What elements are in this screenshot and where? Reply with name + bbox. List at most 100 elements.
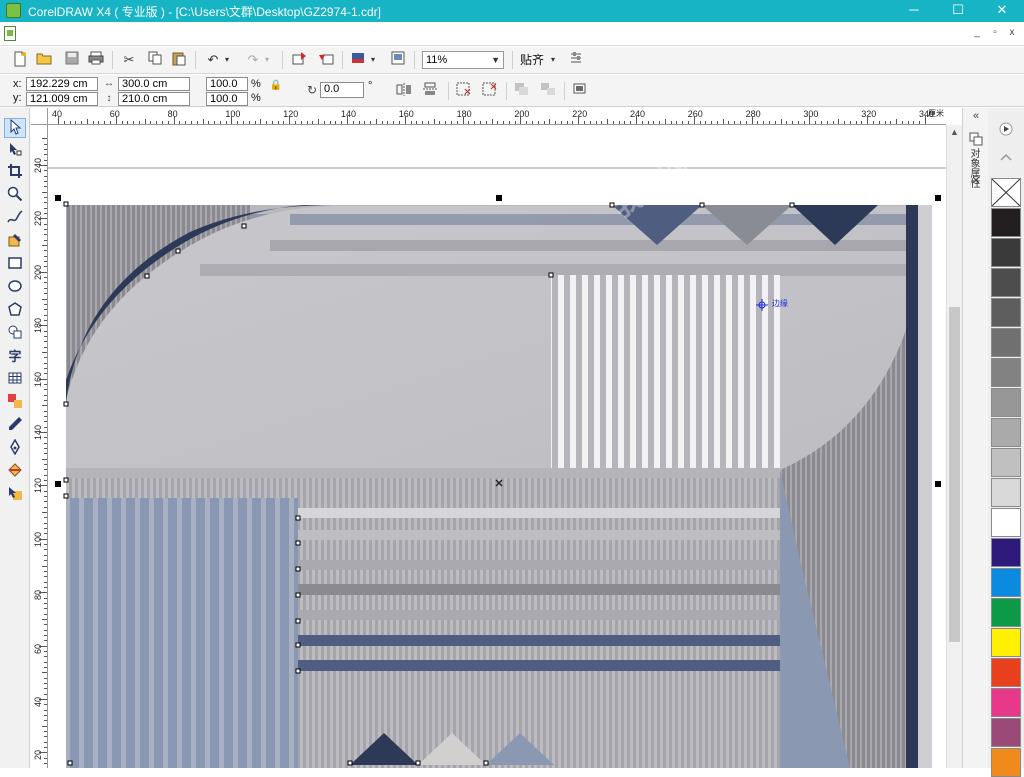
- vertical-scrollbar[interactable]: ▲: [946, 125, 962, 768]
- mirror-horizontal-icon[interactable]: [396, 82, 412, 98]
- open-icon[interactable]: [34, 51, 54, 69]
- color-swatch[interactable]: [991, 208, 1021, 237]
- color-swatch[interactable]: [991, 568, 1021, 597]
- application-launcher-icon[interactable]: [348, 51, 368, 69]
- smart-fill-tool-icon[interactable]: [4, 232, 26, 252]
- scale-x-field[interactable]: 100.0: [206, 77, 248, 91]
- ruler-origin[interactable]: [31, 108, 48, 125]
- color-swatch[interactable]: [991, 748, 1021, 777]
- document-icon[interactable]: [4, 26, 16, 41]
- scroll-up-icon[interactable]: ▲: [947, 127, 962, 141]
- interactive-blend-tool-icon[interactable]: [4, 393, 26, 413]
- x-position-field[interactable]: 192.229 cm: [26, 77, 98, 91]
- text-tool-icon[interactable]: 字: [4, 347, 26, 367]
- scale-y-field[interactable]: 100.0: [206, 92, 248, 106]
- color-swatch[interactable]: [991, 508, 1021, 537]
- color-swatch[interactable]: [991, 238, 1021, 267]
- color-swatch[interactable]: [991, 388, 1021, 417]
- paste-icon[interactable]: [169, 51, 189, 69]
- color-swatch[interactable]: [991, 538, 1021, 567]
- new-icon[interactable]: [10, 51, 30, 69]
- fill-tool-icon[interactable]: [4, 462, 26, 482]
- color-swatch[interactable]: [991, 358, 1021, 387]
- color-swatch[interactable]: [991, 418, 1021, 447]
- options-icon[interactable]: [566, 51, 586, 69]
- color-swatch[interactable]: [991, 658, 1021, 687]
- color-swatch[interactable]: [991, 268, 1021, 297]
- convert-to-curves-icon[interactable]: [572, 82, 588, 98]
- rectangle-tool-icon[interactable]: [4, 255, 26, 275]
- width-field[interactable]: 300.0 cm: [118, 77, 190, 91]
- undo-dropdown-icon[interactable]: ▾: [222, 51, 232, 69]
- welcome-screen-icon[interactable]: [388, 51, 408, 69]
- navy-stripe-2[interactable]: [298, 660, 780, 671]
- polygon-tool-icon[interactable]: [4, 301, 26, 321]
- ungroup-icon[interactable]: [482, 82, 498, 98]
- eyedropper-tool-icon[interactable]: [4, 416, 26, 436]
- close-button[interactable]: ✕: [980, 0, 1024, 22]
- snap-to-menu[interactable]: 贴齐: [520, 51, 544, 69]
- save-icon[interactable]: [62, 51, 82, 69]
- object-properties-icon[interactable]: [968, 132, 984, 149]
- color-swatch[interactable]: [991, 328, 1021, 357]
- table-tool-icon[interactable]: [4, 370, 26, 390]
- lock-ratio-icon[interactable]: 🔒: [268, 78, 284, 94]
- blue-striped-panel[interactable]: [66, 498, 298, 768]
- navy-stripe-1[interactable]: [298, 635, 780, 646]
- maximize-button[interactable]: ☐: [936, 0, 980, 22]
- combine-icon[interactable]: [514, 82, 530, 98]
- launcher-dropdown-icon[interactable]: ▾: [368, 51, 378, 69]
- scrollbar-thumb[interactable]: [949, 307, 960, 642]
- cut-icon[interactable]: ✂: [119, 51, 139, 69]
- color-swatch[interactable]: [991, 628, 1021, 657]
- color-swatch[interactable]: [991, 478, 1021, 507]
- basic-shapes-tool-icon[interactable]: [4, 324, 26, 344]
- mirror-vertical-icon[interactable]: [422, 82, 438, 98]
- striped-panel[interactable]: [551, 275, 780, 470]
- ruler-tick: [44, 629, 47, 631]
- shape-tool-icon[interactable]: [4, 141, 26, 161]
- group-icon[interactable]: [456, 82, 472, 98]
- redo-dropdown-icon[interactable]: ▾: [262, 51, 272, 69]
- doc-close-button[interactable]: x: [1005, 27, 1019, 39]
- undo-icon[interactable]: ↶: [203, 51, 223, 69]
- zoom-level-combo[interactable]: 11% ▼: [422, 51, 504, 69]
- ellipse-tool-icon[interactable]: [4, 278, 26, 298]
- color-swatch[interactable]: [991, 298, 1021, 327]
- y-position-field[interactable]: 121.009 cm: [26, 92, 98, 106]
- interactive-fill-tool-icon[interactable]: [4, 485, 26, 505]
- chevron-down-icon: ▼: [491, 55, 500, 65]
- redo-icon[interactable]: ↷: [243, 51, 263, 69]
- horizontal-ruler[interactable]: 厘米 40 60 80 100 120 140 160 180 200 220 240 260 280 3…: [48, 108, 946, 125]
- snap-dropdown-icon[interactable]: ▾: [548, 51, 558, 69]
- doc-restore-button[interactable]: ▫: [988, 27, 1002, 39]
- right-navy-band[interactable]: [906, 205, 918, 768]
- doc-minimize-button[interactable]: _: [970, 27, 984, 39]
- copy-icon[interactable]: [145, 51, 165, 69]
- vertical-ruler[interactable]: 240 220 200 180 160 140 120 100 80 60 40 20: [31, 125, 48, 768]
- freehand-tool-icon[interactable]: [4, 209, 26, 229]
- rotation-field[interactable]: 0.0: [320, 82, 364, 98]
- minimize-button[interactable]: ─: [892, 0, 936, 22]
- docker-close-icon[interactable]: ✕: [968, 174, 984, 187]
- ruler-tick: [44, 229, 47, 231]
- zoom-tool-icon[interactable]: [4, 186, 26, 206]
- palette-scroll-play-icon[interactable]: [992, 122, 1020, 138]
- color-swatch[interactable]: [991, 688, 1021, 717]
- no-fill-swatch[interactable]: [991, 178, 1021, 207]
- export-icon[interactable]: [316, 51, 336, 69]
- color-swatch[interactable]: [991, 718, 1021, 747]
- palette-scroll-up-icon[interactable]: [992, 152, 1020, 168]
- import-icon[interactable]: [290, 51, 310, 69]
- height-field[interactable]: 210.0 cm: [118, 92, 190, 106]
- docker-collapse-icon[interactable]: «: [968, 110, 984, 122]
- outline-tool-icon[interactable]: [4, 438, 26, 459]
- break-apart-icon[interactable]: [540, 82, 556, 98]
- ruler-tick: [44, 255, 47, 257]
- crop-tool-icon[interactable]: [4, 163, 26, 183]
- color-swatch[interactable]: [991, 598, 1021, 627]
- color-swatch[interactable]: [991, 448, 1021, 477]
- print-icon[interactable]: [86, 51, 106, 69]
- pick-tool-icon[interactable]: [4, 118, 26, 138]
- drawing-canvas[interactable]: 边缘 我图网: [48, 125, 946, 768]
